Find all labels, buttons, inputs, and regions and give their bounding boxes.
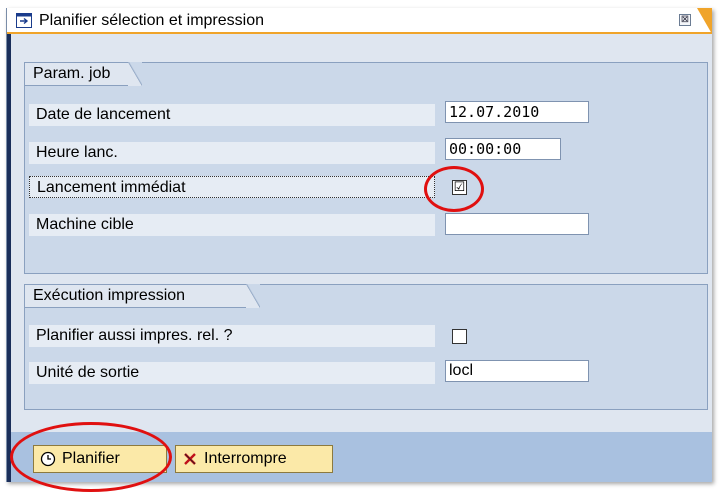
title-accent [697, 8, 712, 34]
job-params-group: Param. job Date de lancement 12.07.2010 … [24, 62, 708, 274]
schedule-button-label: Planifier [62, 450, 120, 467]
cancel-button[interactable]: Interrompre [175, 445, 333, 473]
schedule-print-label: Planifier aussi impres. rel. ? [29, 325, 435, 347]
group-heading: Exécution impression [24, 284, 260, 308]
close-icon[interactable]: ⊠ [679, 14, 691, 26]
output-device-field[interactable]: locl [445, 360, 589, 382]
cancel-button-label: Interrompre [204, 450, 287, 467]
button-bar: Planifier Interrompre [11, 432, 712, 482]
target-machine-label: Machine cible [29, 214, 435, 236]
window-edge [7, 34, 11, 482]
group-heading: Param. job [24, 62, 142, 86]
start-date-label: Date de lancement [29, 104, 435, 126]
schedule-print-checkbox[interactable] [452, 329, 467, 344]
start-date-field[interactable]: 12.07.2010 [445, 101, 589, 123]
immediate-start-label: Lancement immédiat [29, 176, 435, 198]
clock-icon [40, 451, 56, 467]
target-machine-field[interactable] [445, 213, 589, 235]
output-device-label: Unité de sortie [29, 362, 435, 384]
schedule-button[interactable]: Planifier [33, 445, 167, 473]
title-bar: Planifier sélection et impression ⊠ [7, 8, 712, 34]
print-exec-group: Exécution impression Planifier aussi imp… [24, 284, 708, 410]
start-time-label: Heure lanc. [29, 142, 435, 164]
schedule-dialog-icon [16, 13, 32, 28]
start-time-field[interactable]: 00:00:00 [445, 138, 561, 160]
dialog-title: Planifier sélection et impression [39, 12, 264, 29]
cancel-x-icon [184, 453, 196, 465]
schedule-dialog: Planifier sélection et impression ⊠ Para… [6, 8, 712, 482]
immediate-start-checkbox[interactable]: ☑ [452, 180, 467, 195]
